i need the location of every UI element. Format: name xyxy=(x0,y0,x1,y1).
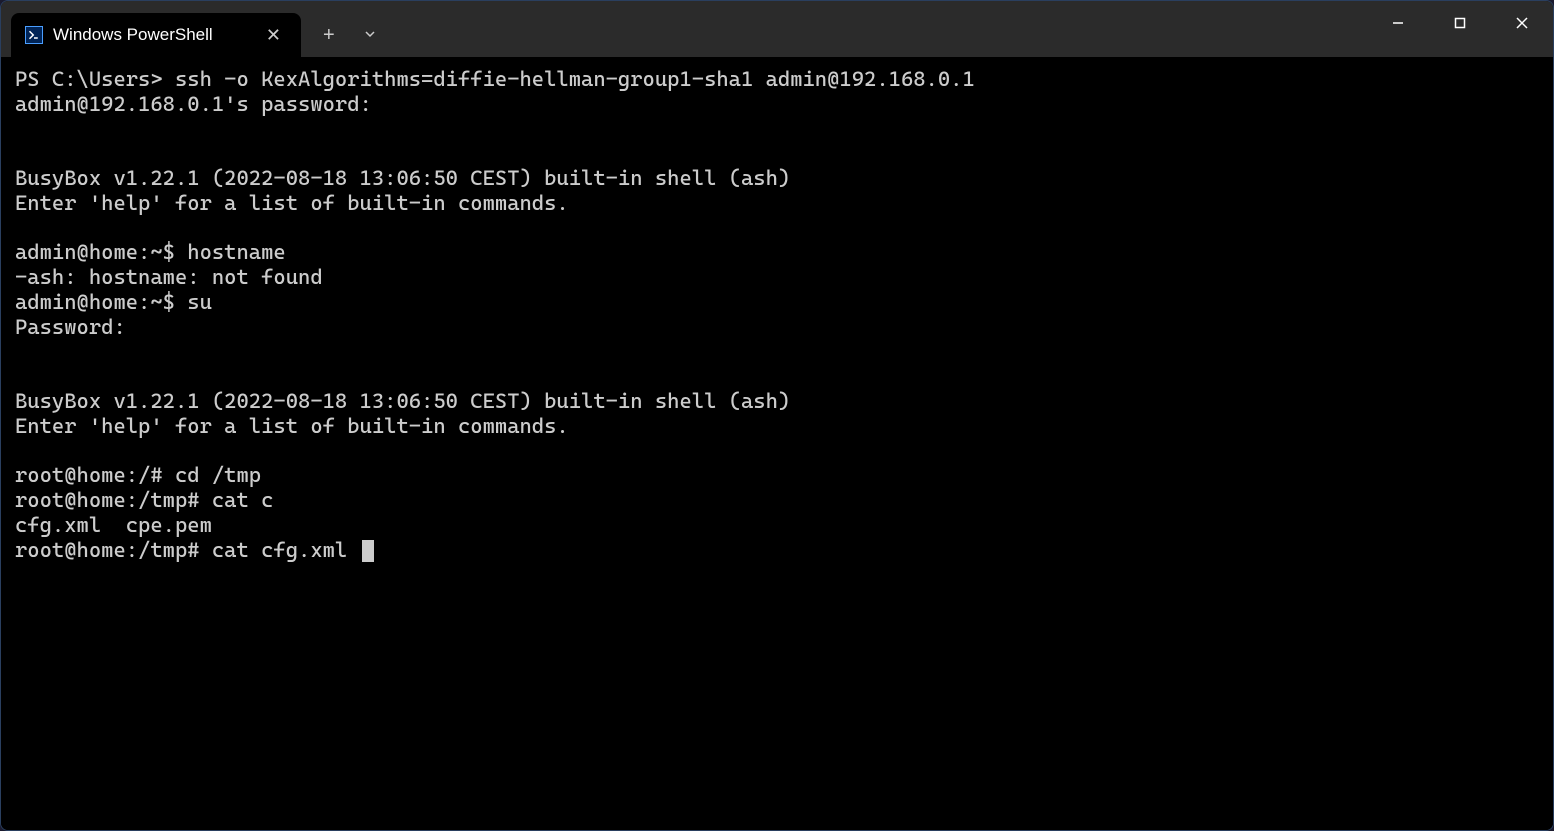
new-tab-button[interactable]: + xyxy=(309,16,349,55)
close-window-button[interactable] xyxy=(1491,1,1553,45)
terminal-line: PS C:\Users> ssh -o KexAlgorithms=diffie… xyxy=(15,67,975,91)
terminal-line: Enter 'help' for a list of built-in comm… xyxy=(15,191,569,215)
terminal-line: root@home:/tmp# cat c xyxy=(15,488,273,512)
tab-dropdown-button[interactable] xyxy=(349,19,391,52)
terminal-line: cfg.xml cpe.pem xyxy=(15,513,212,537)
terminal-line: Enter 'help' for a list of built-in comm… xyxy=(15,414,569,438)
terminal-line: root@home:/# cd /tmp xyxy=(15,463,261,487)
titlebar: Windows PowerShell ✕ + xyxy=(1,1,1553,57)
window-controls xyxy=(1367,1,1553,45)
terminal-window: Windows PowerShell ✕ + PS C:\Users> ssh … xyxy=(0,0,1554,831)
tab-title: Windows PowerShell xyxy=(53,25,258,45)
terminal-output[interactable]: PS C:\Users> ssh -o KexAlgorithms=diffie… xyxy=(1,57,1553,830)
terminal-line: root@home:/tmp# cat cfg.xml xyxy=(15,538,360,562)
maximize-button[interactable] xyxy=(1429,1,1491,45)
terminal-line: admin@192.168.0.1's password: xyxy=(15,92,372,116)
terminal-line: -ash: hostname: not found xyxy=(15,265,323,289)
terminal-line: BusyBox v1.22.1 (2022-08-18 13:06:50 CES… xyxy=(15,389,790,413)
minimize-button[interactable] xyxy=(1367,1,1429,45)
tab-controls: + xyxy=(309,13,391,57)
powershell-icon xyxy=(25,26,43,44)
tab-powershell[interactable]: Windows PowerShell ✕ xyxy=(11,13,301,57)
cursor xyxy=(362,540,374,562)
terminal-line: Password: xyxy=(15,315,126,339)
terminal-line: admin@home:~$ su xyxy=(15,290,212,314)
close-tab-button[interactable]: ✕ xyxy=(258,24,289,46)
terminal-line: admin@home:~$ hostname xyxy=(15,240,286,264)
terminal-line: BusyBox v1.22.1 (2022-08-18 13:06:50 CES… xyxy=(15,166,790,190)
